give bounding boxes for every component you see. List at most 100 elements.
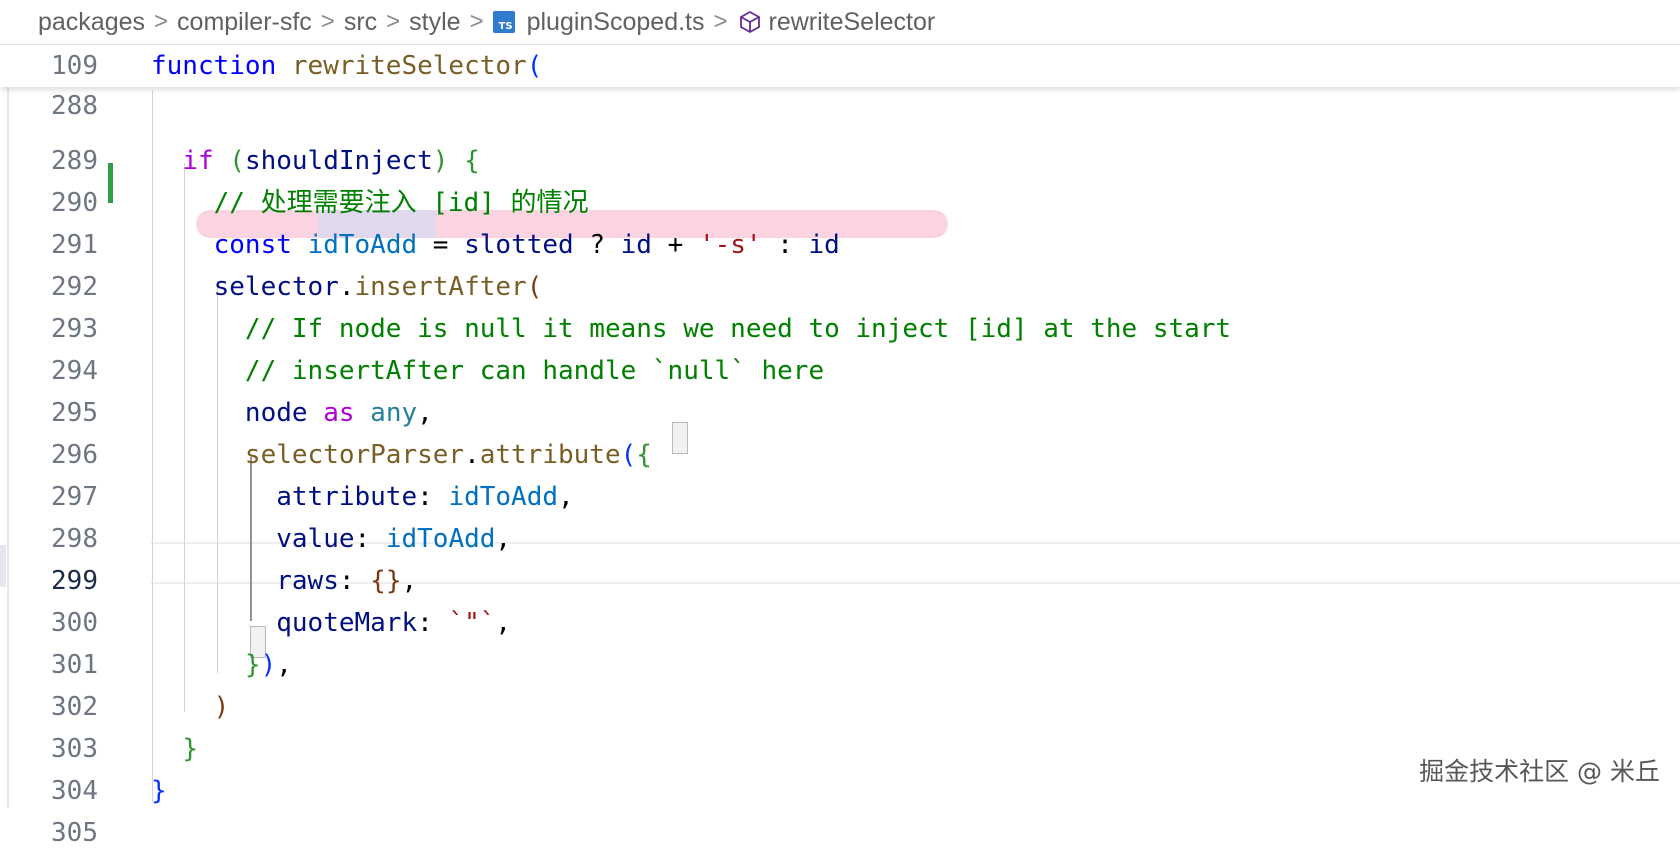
line-number[interactable]: 305 — [0, 812, 98, 854]
code-line-active[interactable]: 299 raws: {}, — [0, 560, 1680, 602]
line-number[interactable]: 288 — [0, 85, 98, 127]
comma: , — [495, 524, 512, 554]
sticky-scroll-header[interactable]: 109 function rewriteSelector( — [0, 45, 1680, 87]
keyword-if: if — [182, 146, 214, 176]
ts-file-icon: TS — [492, 11, 515, 33]
string-literal: `"` — [448, 608, 496, 638]
code-line[interactable]: 300 quoteMark: `"`, — [0, 602, 1680, 644]
operator: ? — [573, 230, 621, 260]
line-number[interactable]: 303 — [0, 728, 98, 770]
dot: . — [338, 272, 355, 302]
code-line[interactable]: 305 — [0, 812, 1680, 854]
code-editor[interactable]: 288 289 if (shouldInject) { 290 // 处理需要注… — [0, 45, 1680, 848]
line-number[interactable]: 292 — [0, 266, 98, 308]
identifier: shouldInject — [244, 146, 433, 176]
type-name: any — [370, 398, 418, 428]
line-number[interactable]: 300 — [0, 602, 98, 644]
code-text[interactable]: if (shouldInject) { — [151, 140, 480, 182]
line-number[interactable]: 298 — [0, 518, 98, 560]
breadcrumb-item-file[interactable]: pluginScoped.ts — [527, 8, 705, 37]
paren: ( — [229, 146, 245, 176]
code-line[interactable]: 296 selectorParser.attribute({ — [0, 434, 1680, 476]
code-text[interactable]: // If node is null it means we need to i… — [151, 308, 1231, 350]
comma: , — [401, 566, 418, 596]
line-number[interactable]: 302 — [0, 686, 98, 728]
code-line[interactable]: 295 node as any, — [0, 392, 1680, 434]
code-text[interactable]: quoteMark: `"`, — [151, 602, 511, 644]
line-number[interactable]: 291 — [0, 224, 98, 266]
code-line[interactable]: 298 value: idToAdd, — [0, 518, 1680, 560]
identifier: idToAdd — [385, 524, 496, 554]
code-line[interactable]: 291 const idToAdd = slotted ? id + '-s' … — [0, 224, 1680, 266]
paren: ) — [260, 650, 277, 680]
chevron-right-icon: > — [320, 8, 335, 35]
line-number[interactable]: 301 — [0, 644, 98, 686]
code-text[interactable]: }), — [151, 644, 292, 686]
identifier: id — [808, 230, 840, 260]
code-text[interactable]: // 处理需要注入 [id] 的情况 — [151, 182, 589, 224]
method-name: insertAfter — [354, 272, 527, 302]
code-text[interactable]: value: idToAdd, — [151, 518, 511, 560]
brace: } — [182, 734, 198, 764]
code-line[interactable]: 292 selector.insertAfter( — [0, 266, 1680, 308]
comma: , — [417, 398, 433, 428]
line-number[interactable]: 299 — [0, 560, 98, 602]
brace: { — [464, 146, 480, 176]
code-text[interactable]: raws: {}, — [151, 560, 417, 602]
property-key: value — [276, 524, 355, 554]
line-number[interactable]: 296 — [0, 434, 98, 476]
keyword-const: const — [213, 230, 292, 260]
colon: : — [417, 482, 449, 512]
breadcrumb-item-style[interactable]: style — [409, 8, 460, 37]
brace: } — [151, 776, 167, 806]
breadcrumb-item-packages[interactable]: packages — [38, 8, 145, 37]
comma: , — [495, 608, 512, 638]
brace: { — [636, 440, 652, 470]
code-text[interactable]: ) — [151, 686, 230, 728]
code-line[interactable]: 301 }), — [0, 644, 1680, 686]
code-text[interactable]: attribute: idToAdd, — [151, 476, 573, 518]
operator: : — [761, 230, 809, 260]
keyword-as: as — [323, 398, 355, 428]
function-name: rewriteSelector — [291, 51, 527, 81]
code-line[interactable]: 290 // 处理需要注入 [id] 的情况 — [0, 182, 1680, 224]
code-line[interactable]: 297 attribute: idToAdd, — [0, 476, 1680, 518]
identifier: selectorParser — [244, 440, 465, 470]
colon: : — [417, 608, 449, 638]
identifier: node — [244, 398, 308, 428]
breadcrumb-item-compiler-sfc[interactable]: compiler-sfc — [177, 8, 312, 37]
code-text[interactable]: selectorParser.attribute({ — [151, 434, 652, 476]
code-line[interactable]: 294 // insertAfter can handle `null` her… — [0, 350, 1680, 392]
identifier: idToAdd — [448, 482, 559, 512]
comment: // insertAfter can handle `null` here — [244, 356, 825, 386]
line-number[interactable]: 109 — [0, 45, 98, 87]
code-line[interactable]: 302 ) — [0, 686, 1680, 728]
chevron-right-icon: > — [713, 8, 728, 35]
breadcrumb-item-symbol[interactable]: rewriteSelector — [769, 8, 936, 37]
line-number[interactable]: 289 — [0, 140, 98, 182]
keyword: function — [151, 51, 277, 81]
chevron-right-icon: > — [469, 8, 484, 35]
code-text[interactable]: selector.insertAfter( — [151, 266, 543, 308]
breadcrumb-item-src[interactable]: src — [344, 8, 377, 37]
code-line[interactable]: 288 — [0, 85, 1680, 127]
code-text[interactable]: } — [151, 770, 167, 812]
code-text[interactable]: node as any, — [151, 392, 433, 434]
dot: . — [464, 440, 480, 470]
line-number[interactable]: 294 — [0, 350, 98, 392]
line-number[interactable]: 293 — [0, 308, 98, 350]
line-number[interactable]: 290 — [0, 182, 98, 224]
paren: ( — [526, 272, 543, 302]
code-text[interactable]: } — [151, 728, 198, 770]
code-text[interactable]: // insertAfter can handle `null` here — [151, 350, 824, 392]
code-line[interactable]: 293 // If node is null it means we need … — [0, 308, 1680, 350]
code-line[interactable]: 289 if (shouldInject) { — [0, 140, 1680, 182]
paren: ( — [620, 440, 637, 470]
line-number[interactable]: 304 — [0, 770, 98, 812]
line-number[interactable]: 297 — [0, 476, 98, 518]
property-key: quoteMark — [276, 608, 418, 638]
line-number[interactable]: 295 — [0, 392, 98, 434]
code-line[interactable]: function rewriteSelector( — [151, 45, 542, 87]
code-text[interactable]: const idToAdd = slotted ? id + '-s' : id — [151, 224, 840, 266]
comma: , — [276, 650, 292, 680]
